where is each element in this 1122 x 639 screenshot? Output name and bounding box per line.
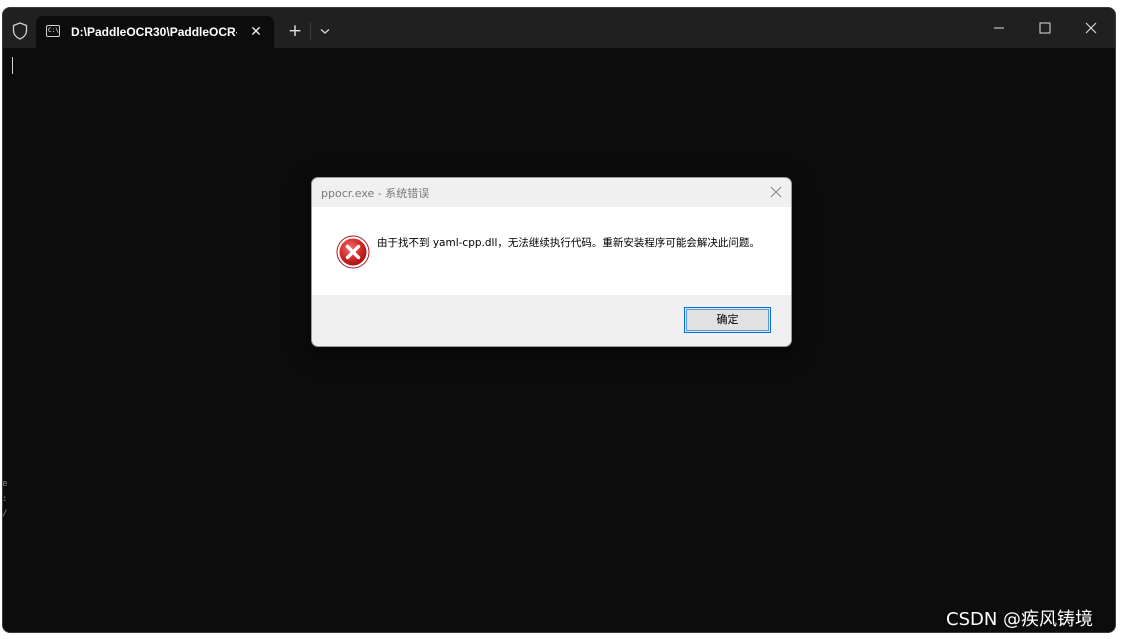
title-bar[interactable]: C:\ D:\PaddleOCR30\PaddleOCR-r ✕ +	[3, 8, 1115, 48]
error-icon	[336, 235, 370, 269]
clipped-char: /	[2, 509, 8, 519]
window-close-icon[interactable]	[1071, 13, 1111, 43]
maximize-icon[interactable]	[1025, 13, 1065, 43]
tab-divider	[310, 22, 311, 40]
clipped-char: e	[2, 479, 8, 489]
chevron-down-icon[interactable]	[315, 21, 335, 41]
new-tab-plus-icon[interactable]: +	[284, 20, 306, 42]
ok-button[interactable]: 确定	[684, 307, 771, 333]
clipped-char: :	[2, 494, 8, 504]
terminal-tab[interactable]: C:\ D:\PaddleOCR30\PaddleOCR-r ✕	[36, 16, 274, 48]
minimize-icon[interactable]	[979, 13, 1019, 43]
dialog-message: 由于找不到 yaml-cpp.dll，无法继续执行代码。重新安装程序可能会解决此…	[377, 237, 760, 249]
dialog-close-icon[interactable]	[766, 184, 786, 200]
error-dialog: ppocr.exe - 系统错误 由于找不到 yaml-cpp.dll，无法继续…	[311, 177, 792, 347]
clipped-output-text: e : /	[2, 477, 8, 522]
text-cursor	[12, 57, 13, 74]
terminal-icon: C:\	[46, 25, 60, 37]
dialog-content: 由于找不到 yaml-cpp.dll，无法继续执行代码。重新安装程序可能会解决此…	[312, 207, 791, 295]
watermark: CSDN @疾风铸境	[946, 609, 1094, 630]
tab-title: D:\PaddleOCR30\PaddleOCR-r	[71, 25, 237, 39]
tab-close-icon[interactable]: ✕	[245, 21, 267, 43]
dialog-title: ppocr.exe - 系统错误	[321, 187, 430, 200]
shield-icon[interactable]	[12, 22, 28, 40]
